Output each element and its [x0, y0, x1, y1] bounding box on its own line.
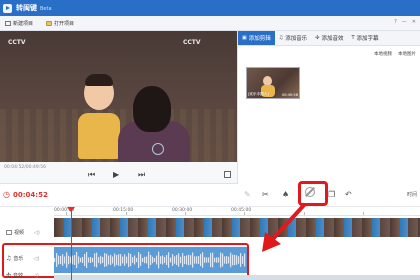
clip-duration: 00:49:56 [281, 93, 298, 97]
unlink-highlight-box [298, 181, 328, 206]
music-track-highlight-box [2, 243, 249, 278]
minimize-icon[interactable]: — [402, 19, 407, 25]
video-track-clip[interactable] [54, 218, 420, 237]
media-tabs: ▣ 添加剪辑 ♫ 添加音乐 ✣ 添加音效 T 添加字幕 [238, 31, 420, 46]
folder-icon [46, 20, 53, 26]
video-controls: 00:04:52/00:49:56 ⏮ ▶ ⏭ [0, 162, 237, 184]
tab-add-subtitle-label: 添加字幕 [356, 36, 379, 42]
clock-icon: ◷ [3, 190, 10, 199]
ruler-label: 00:30:00 [172, 208, 193, 213]
copy-icon[interactable]: ❐ [328, 191, 335, 199]
ruler-tick [304, 212, 305, 215]
music-icon: ♫ [278, 35, 284, 41]
pen-icon[interactable]: ✎ [244, 191, 251, 199]
ruler-label: 00:15:00 [113, 208, 134, 213]
media-clip-thumbnail[interactable]: [欢乐中国人] 00:49:56 [246, 67, 300, 99]
tab-add-clip[interactable]: ▣ 添加剪辑 [238, 31, 275, 45]
playhead[interactable] [71, 208, 72, 280]
play-icon[interactable]: ▶ [113, 171, 119, 179]
next-frame-icon[interactable]: ⏭ [138, 171, 145, 179]
child-hair [85, 74, 113, 86]
video-track-icon [6, 230, 12, 235]
current-time: 00:04:52 [13, 191, 48, 199]
app-title: 转闽键 [16, 4, 37, 12]
local-video-button[interactable]: 本地视频 [374, 51, 392, 57]
sfx-track-label: 音效 [13, 273, 24, 279]
video-track-label: 视频 [14, 230, 25, 236]
help-icon[interactable]: ? [394, 19, 397, 25]
ruler-tick [185, 212, 186, 215]
app-logo-icon [3, 3, 12, 13]
main-toolbar: 新建项目 打开项目 ? — ✕ [0, 16, 420, 31]
title-bar: 转闽键 Beta [0, 0, 420, 16]
shirt-logo-icon [152, 143, 164, 155]
ruler-tick [126, 212, 127, 215]
fullscreen-icon[interactable] [224, 171, 231, 178]
channel-logo-right: CCTV [183, 39, 201, 46]
tab-add-music[interactable]: ♫ 添加音乐 [275, 31, 312, 45]
tab-add-sfx[interactable]: ✣ 添加音效 [311, 31, 347, 45]
text-icon: T [351, 35, 355, 41]
new-project-label: 新建项目 [13, 20, 34, 27]
ruler-tick [66, 212, 67, 215]
sfx-track-lane[interactable] [54, 275, 420, 280]
beta-badge: Beta [40, 5, 52, 12]
timeline-hint: 时间 [407, 192, 418, 198]
tab-add-music-label: 添加音乐 [285, 36, 308, 42]
open-project-button[interactable]: 打开项目 [46, 20, 74, 27]
close-icon[interactable]: ✕ [412, 19, 416, 25]
new-file-icon [5, 20, 11, 26]
sfx-icon: ✣ [315, 35, 320, 41]
clip-title: [欢乐中国人] [248, 92, 269, 96]
ruler-label: 00:45:00 [231, 208, 252, 213]
tab-add-clip-label: 添加剪辑 [248, 36, 271, 42]
ruler-tick [244, 212, 245, 215]
undo-icon[interactable]: ↶ [345, 191, 352, 199]
ruler-tick [363, 212, 364, 215]
tab-add-sfx-label: 添加音效 [321, 36, 344, 42]
video-track-header: 视频 ◁) [6, 229, 40, 236]
video-editor-window: 转闽键 Beta 新建项目 打开项目 ? — ✕ CCTV CCTV 00:04… [0, 0, 420, 280]
window-controls: ? — ✕ [394, 19, 416, 25]
sfx-icon: ✣ [6, 272, 12, 279]
scissors-icon[interactable]: ✂ [262, 191, 269, 199]
previous-frame-icon[interactable]: ⏮ [88, 171, 95, 179]
sfx-track-header: ✣ 音效 ◁) [6, 272, 39, 279]
tab-add-subtitle[interactable]: T 添加字幕 [347, 31, 382, 45]
video-preview[interactable]: CCTV CCTV [0, 31, 237, 162]
open-project-label: 打开项目 [54, 20, 75, 27]
media-panel: ▣ 添加剪辑 ♫ 添加音乐 ✣ 添加音效 T 添加字幕 本地视频 本地图片 [欢… [237, 31, 420, 184]
timeline-ruler[interactable]: 00:00:00 00:15:00 00:30:00 00:45:00 [54, 207, 420, 216]
import-actions: 本地视频 本地图片 [374, 51, 416, 57]
film-icon: ▣ [242, 35, 247, 41]
child-figure [78, 113, 120, 159]
adult-hair [133, 86, 171, 132]
marker-icon[interactable]: ♠ [282, 191, 289, 199]
speaker-icon[interactable]: ◁) [33, 273, 39, 279]
timeline-toolbar: ◷ 00:04:52 ✎ ✂ ♠ ❐ ↶ 时间 [0, 184, 420, 207]
speaker-icon[interactable]: ◁) [34, 230, 40, 236]
video-time-readout: 00:04:52/00:49:56 [4, 165, 46, 170]
local-image-button[interactable]: 本地图片 [398, 51, 416, 57]
channel-logo-left: CCTV [8, 39, 26, 46]
new-project-button[interactable]: 新建项目 [5, 20, 33, 27]
